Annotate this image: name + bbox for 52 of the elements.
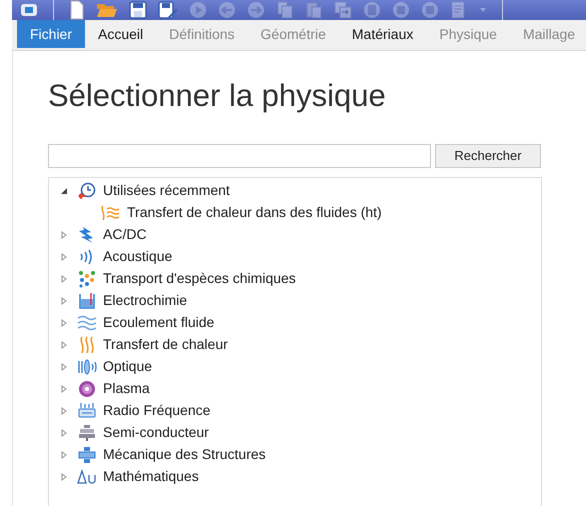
tree-item[interactable]: Acoustique: [103, 246, 172, 267]
tree-item[interactable]: Mathématiques: [103, 466, 199, 487]
tree-item[interactable]: Ecoulement fluide: [103, 312, 214, 333]
plasma-ball-icon: [78, 380, 96, 398]
folder-icon[interactable]: [96, 1, 118, 19]
app-icon[interactable]: [20, 2, 38, 18]
expand-arrow-icon[interactable]: [60, 340, 68, 348]
lens-icon: [77, 358, 97, 376]
expand-arrow-icon[interactable]: [60, 230, 68, 238]
delta-u-icon: [77, 468, 97, 484]
heat-icon: [78, 336, 96, 354]
chip-layers-icon: [78, 424, 96, 442]
tree-item[interactable]: AC/DC: [103, 224, 147, 245]
expand-arrow-icon[interactable]: [60, 274, 68, 282]
new-file-icon[interactable]: [69, 0, 85, 20]
search-field[interactable]: [48, 144, 431, 168]
tree-item[interactable]: Optique: [103, 356, 152, 377]
beaker-icon: [78, 292, 96, 310]
tree-item[interactable]: Transfert de chaleur dans des fluides (ht): [127, 202, 382, 223]
tree-item[interactable]: Electrochimie: [103, 290, 188, 311]
ribbon-tab[interactable]: Matériaux: [338, 20, 426, 48]
save-icon[interactable]: [129, 1, 147, 19]
expand-arrow-icon[interactable]: [60, 318, 68, 326]
tree-item[interactable]: Mécanique des Structures: [103, 444, 266, 465]
expand-arrow-icon[interactable]: [60, 472, 68, 480]
save-as-icon[interactable]: [158, 1, 178, 19]
expand-arrow-icon[interactable]: [60, 406, 68, 414]
molecules-icon: [78, 270, 96, 288]
antenna-device-icon: [78, 402, 96, 420]
page-title: Sélectionner la physique: [48, 77, 387, 115]
toolbar-separator: [502, 0, 503, 20]
expand-arrow-icon[interactable]: [60, 450, 68, 458]
expand-arrow-icon[interactable]: [60, 428, 68, 436]
heat-waves-icon: [100, 204, 122, 220]
tree-item[interactable]: Semi-conducteur: [103, 422, 209, 443]
expand-arrow-icon[interactable]: [60, 252, 68, 260]
clock-icon: [78, 182, 96, 200]
expand-arrow-icon[interactable]: [60, 362, 68, 370]
ribbon-tab[interactable]: Accueil: [85, 20, 156, 48]
toolbar-separator: [53, 0, 54, 20]
ribbon-tab[interactable]: Fichier: [17, 20, 86, 48]
tree-item[interactable]: Radio Fréquence: [103, 400, 210, 421]
search-button[interactable]: Rechercher: [435, 144, 541, 168]
tree-item[interactable]: Transfert de chaleur: [103, 334, 228, 355]
beam-icon: [78, 446, 96, 464]
tree-item[interactable]: Transport d'espèces chimiques: [103, 268, 296, 289]
flow-waves-icon: [77, 314, 97, 330]
expand-arrow-icon[interactable]: [60, 384, 68, 392]
tree-item[interactable]: Plasma: [103, 378, 150, 399]
expand-arrow-icon[interactable]: [60, 296, 68, 304]
collapse-arrow-icon[interactable]: [60, 186, 68, 194]
tree-item[interactable]: Utilisées récemment: [103, 180, 230, 201]
